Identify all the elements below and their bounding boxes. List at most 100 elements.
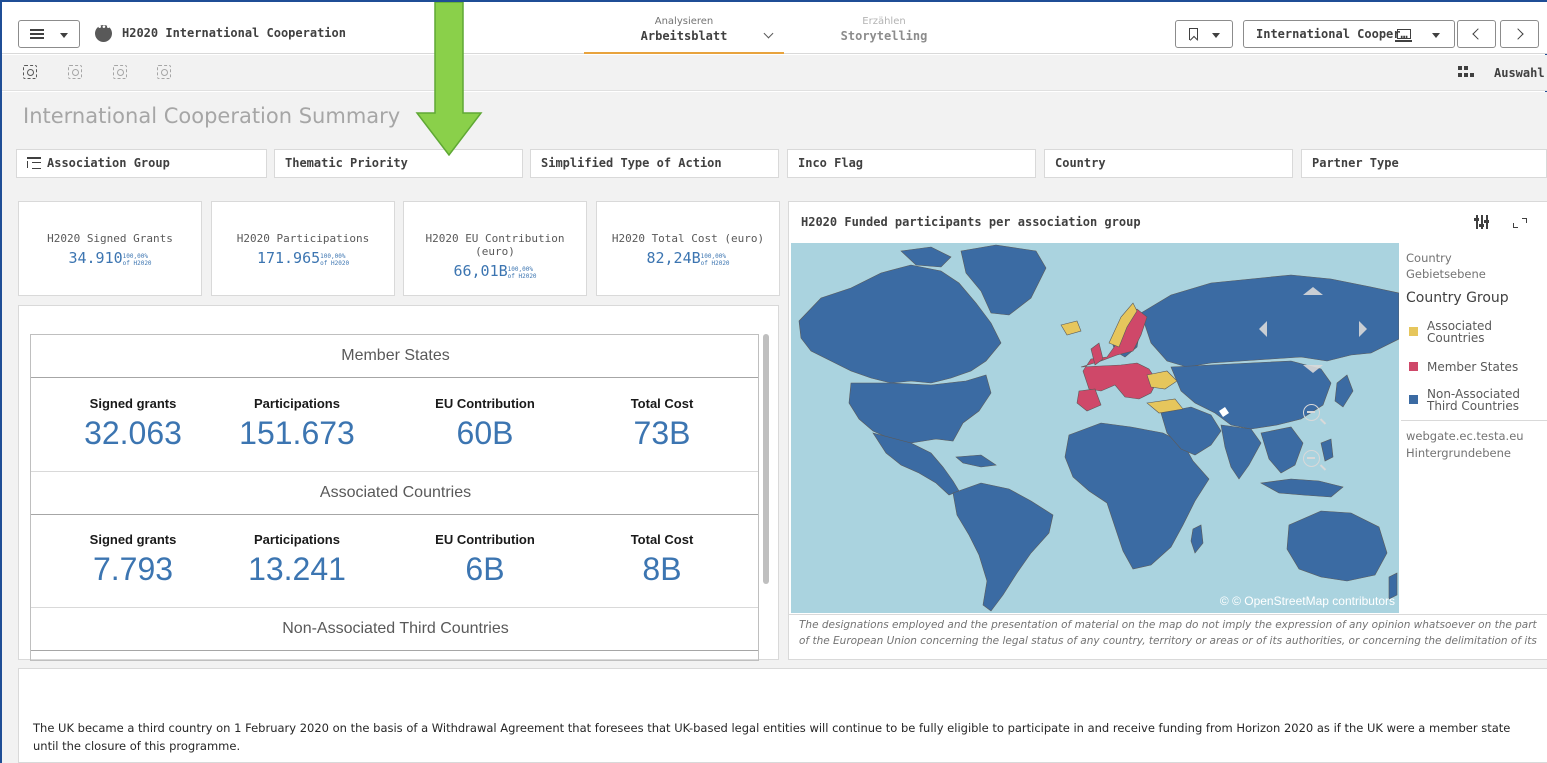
region-south-america (952, 482, 1054, 612)
kpi-percent: 100,00% (700, 253, 726, 260)
country-madagascar (1190, 524, 1204, 554)
section-header-associated-countries: Associated Countries (31, 472, 758, 515)
section-header-member-states: Member States (31, 335, 758, 378)
sheet-selector[interactable]: International Cooper… (1243, 20, 1455, 48)
navigation-menu-button[interactable] (18, 20, 80, 48)
legend-item-member-states[interactable]: Member States (1409, 361, 1545, 373)
annotation-arrow-icon (415, 2, 483, 156)
filter-label: Country (1055, 156, 1106, 170)
filter-partner-type[interactable]: Partner Type (1301, 149, 1547, 178)
filter-label: Association Group (47, 156, 170, 170)
filter-type-of-action[interactable]: Simplified Type of Action (530, 149, 779, 178)
kpi-of: of H2020 (320, 260, 350, 267)
kpi-percent: 100,00% (320, 253, 346, 260)
caret-down-icon (1212, 33, 1220, 38)
country-russia (1140, 274, 1399, 368)
summary-panel[interactable]: Member States Signed grants 32.063 Parti… (18, 305, 779, 661)
legend-title: Country Group (1406, 290, 1509, 306)
clear-selections-icon[interactable] (157, 65, 171, 79)
sheet-title: International Cooperation Summary (23, 104, 401, 128)
metric-total-cost: Total Cost 73B (582, 396, 742, 452)
metric-total-cost: Total Cost 8B (582, 532, 742, 588)
summary-scrollbar[interactable] (763, 334, 769, 584)
caret-down-icon (1432, 33, 1440, 38)
legend-item-non-associated[interactable]: Non-Associated Third Countries (1409, 388, 1545, 412)
filter-country[interactable]: Country (1044, 149, 1293, 178)
kpi-signed-grants[interactable]: H2020 Signed Grants 34.910100,00% of H202… (18, 201, 202, 296)
country-canada (798, 264, 1002, 384)
smart-search-icon[interactable] (23, 65, 37, 79)
tab-analyze-sheet[interactable]: Analysieren Arbeitsblatt (584, 16, 784, 54)
tab-storytelling[interactable]: Erzählen Storytelling (784, 16, 984, 54)
metric-label: Signed grants (89, 532, 177, 547)
metric-eu-contribution: EU Contribution 6B (405, 532, 565, 588)
sliders-icon[interactable] (1474, 215, 1489, 229)
filter-association-group[interactable]: Association Group (16, 149, 267, 178)
region-arctic-islands (900, 246, 952, 268)
metric-label: Participations (254, 396, 340, 411)
country-japan (1334, 374, 1354, 408)
step-forward-icon[interactable] (113, 65, 127, 79)
metric-label: Total Cost (630, 532, 694, 547)
app-title: H2020 International Cooperation (122, 26, 346, 40)
filter-label: Partner Type (1312, 156, 1399, 170)
legend-item-associated[interactable]: Associated Countries (1409, 320, 1545, 344)
metric-value: 151.673 (239, 415, 355, 451)
map-panel[interactable]: H2020 Funded participants per associatio… (788, 201, 1547, 660)
metric-value: 13.241 (248, 551, 346, 587)
app-icon (95, 23, 112, 42)
kpi-label: H2020 Signed Grants (47, 232, 173, 245)
legend-layer-type: Gebietsebene (1406, 267, 1486, 281)
kpi-value: 82,24B (646, 249, 701, 267)
metric-participations: Participations 13.241 (217, 532, 377, 588)
metric-signed-grants: Signed grants 7.793 (53, 532, 213, 588)
kpi-of: of H2020 (122, 260, 152, 267)
filter-thematic-priority[interactable]: Thematic Priority (274, 149, 523, 178)
filter-label: Simplified Type of Action (541, 156, 722, 170)
metric-participations: Participations 151.673 (217, 396, 377, 452)
world-map-svg[interactable] (791, 243, 1399, 613)
zoom-in-icon[interactable] (1303, 404, 1320, 421)
expand-icon[interactable] (1513, 218, 1527, 228)
legend-layer-name: Country (1406, 251, 1452, 265)
filter-label: Inco Flag (798, 156, 864, 170)
metric-value: 6B (465, 551, 505, 587)
bookmark-icon (1189, 28, 1198, 40)
tab-analyze-label: Analysieren (654, 16, 714, 27)
previous-sheet-button[interactable] (1457, 20, 1496, 48)
chevron-right-icon (1512, 28, 1524, 40)
metric-value: 32.063 (84, 415, 182, 451)
kpi-label: H2020 EU Contribution (euro) (425, 232, 565, 258)
zoom-out-icon[interactable] (1303, 450, 1320, 467)
selections-button[interactable]: Auswahl (1494, 66, 1545, 80)
metric-eu-contribution: EU Contribution 60B (405, 396, 565, 452)
filter-label: Thematic Priority (285, 156, 408, 170)
kpi-value: 171.965 (256, 249, 321, 267)
kpi-eu-contribution[interactable]: H2020 EU Contribution (euro) 66,01B100,0… (403, 201, 587, 296)
tab-story-label: Erzählen (862, 16, 906, 27)
metric-label: EU Contribution (435, 532, 535, 547)
map-attribution[interactable]: © © OpenStreetMap contributors (1220, 594, 1395, 608)
world-map[interactable]: © © OpenStreetMap contributors (791, 243, 1399, 613)
country-iceland (1060, 320, 1082, 336)
chevron-left-icon (1472, 28, 1484, 40)
kpi-total-cost[interactable]: H2020 Total Cost (euro) 82,24B100,00% of … (596, 201, 780, 296)
summary-scroll-area[interactable]: Member States Signed grants 32.063 Parti… (30, 334, 759, 661)
kpi-participations[interactable]: H2020 Participations 171.965100,00% of H2… (211, 201, 395, 296)
filter-inco-flag[interactable]: Inco Flag (787, 149, 1036, 178)
region-southeast-asia (1260, 426, 1304, 474)
selections-grid-icon[interactable] (1458, 66, 1474, 80)
kpi-of: of H2020 (507, 273, 537, 280)
kpi-label: H2020 Total Cost (euro) (611, 232, 765, 245)
legend-swatch-member (1409, 362, 1418, 371)
step-back-icon[interactable] (68, 65, 82, 79)
legend-swatch-associated (1409, 327, 1418, 336)
section-header-non-associated: Non-Associated Third Countries (31, 608, 758, 651)
next-sheet-button[interactable] (1500, 20, 1539, 48)
bookmarks-button[interactable] (1175, 20, 1233, 48)
metric-label: Signed grants (89, 396, 177, 411)
map-disclaimer: The designations employed and the presen… (799, 619, 1537, 647)
legend-background-source: webgate.ec.testa.eu (1406, 429, 1524, 443)
metric-value: 73B (633, 415, 691, 451)
kpi-percent: 100,00% (122, 253, 148, 260)
